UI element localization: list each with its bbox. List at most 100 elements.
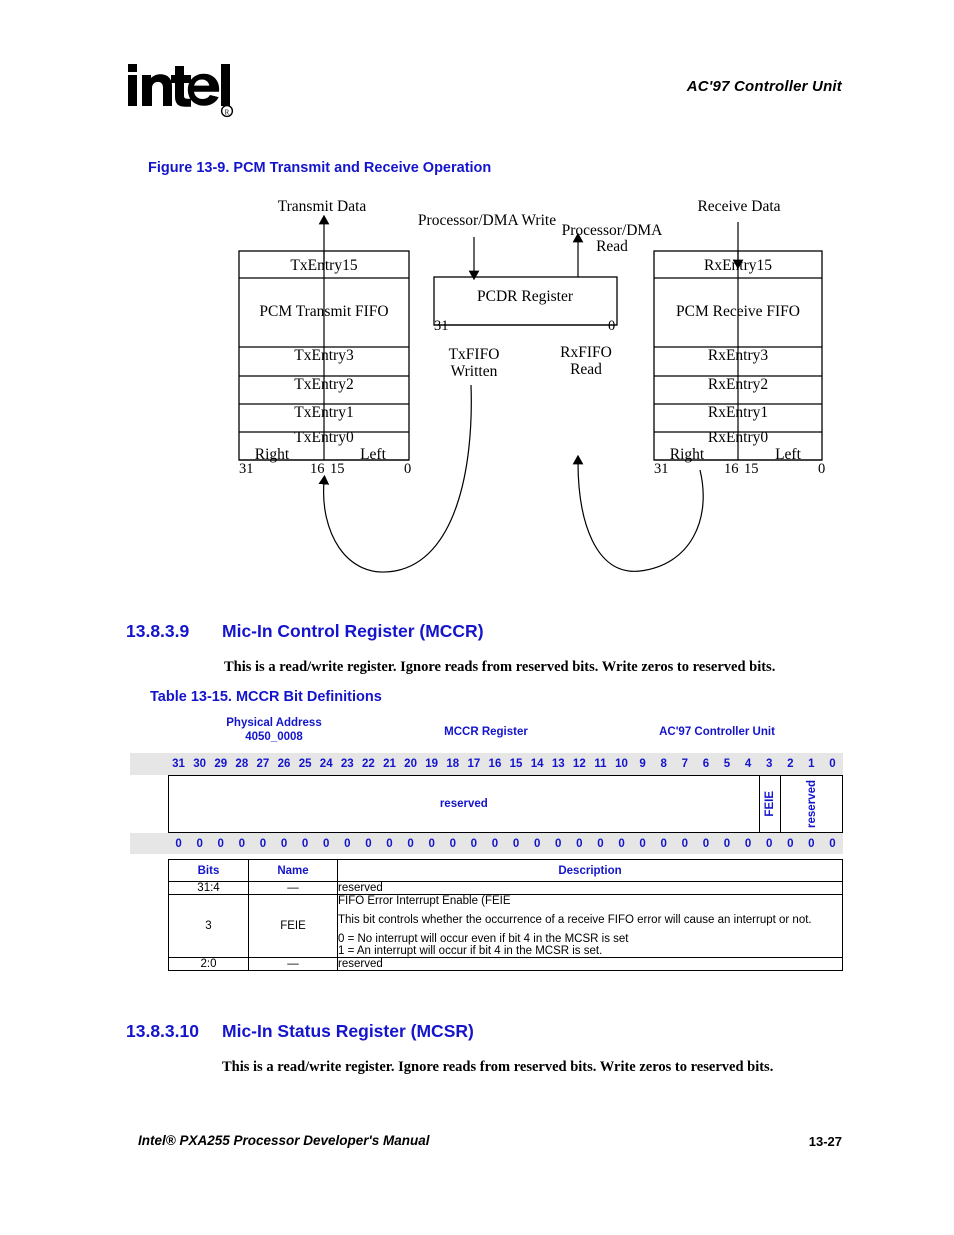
description-line: reserved: [338, 882, 383, 894]
rx-fifo-entry2: RxEntry2: [707, 376, 769, 393]
rx-fifo-entry3: RxEntry3: [707, 347, 769, 364]
cell-name: —: [248, 881, 338, 895]
bit-number-31: 31: [172, 758, 185, 770]
figure-label-txfifo-written-line2: Written: [450, 363, 498, 380]
rx-fifo-left-label: Left: [775, 446, 801, 463]
reset-value-3: 0: [765, 837, 773, 850]
reset-value-23: 0: [344, 837, 351, 850]
document-page: R AC'97 Controller Unit Figure 13-9. PCM…: [0, 0, 954, 1235]
field-label-feie: FEIE: [763, 791, 776, 817]
description-line: FIFO Error Interrupt Enable (FEIE: [338, 895, 511, 907]
bit-number-12: 12: [572, 758, 586, 770]
rx-fifo-entry15: RxEntry15: [703, 257, 773, 274]
tx-fifo-entry15: TxEntry15: [290, 257, 358, 274]
table-row: 2:0— reserved: [168, 957, 843, 971]
bit-number-21: 21: [383, 758, 396, 770]
tx-fifo-entry1: TxEntry1: [294, 404, 354, 421]
tx-fifo-bit-15: 15: [330, 461, 345, 477]
physical-address-value: 4050_0008: [245, 731, 303, 744]
figure-label-rxfifo-read: RxFIFO: [560, 344, 612, 361]
table-row: 31:4— reserved: [168, 881, 843, 895]
cell-description: reserved: [337, 957, 843, 971]
reset-value-14: 0: [533, 837, 541, 850]
reset-value-7: 0: [681, 837, 688, 850]
description-line: 0 = No interrupt will occur even if bit …: [338, 933, 629, 945]
bit-number-29: 29: [214, 758, 228, 770]
figure-caption: Figure 13-9. PCM Transmit and Receive Op…: [148, 160, 492, 176]
tx-fifo-entry3: TxEntry3: [294, 347, 354, 364]
rx-fifo-right-label: Right: [669, 446, 705, 463]
bit-number-17: 17: [467, 758, 481, 770]
reset-value-6: 0: [702, 837, 710, 850]
rx-fifo-entry1: RxEntry1: [707, 404, 769, 421]
bit-number-24: 24: [319, 758, 333, 770]
tx-fifo-entry2: TxEntry2: [294, 376, 354, 393]
bit-number-16: 16: [488, 758, 502, 770]
reset-value-11: 0: [597, 837, 604, 850]
reset-value-8: 0: [660, 837, 667, 850]
reset-value-24: 0: [323, 837, 330, 850]
rx-fifo-bit-31: 31: [654, 461, 669, 477]
section-mcsr-number: 13.8.3.10: [126, 1021, 199, 1041]
bit-number-19: 19: [425, 758, 439, 770]
tx-fifo-entry0: TxEntry0: [294, 429, 354, 446]
bit-number-27: 27: [256, 758, 270, 770]
bit-number-1: 1: [808, 758, 815, 770]
description-line: reserved: [338, 958, 383, 970]
physical-address-header: Physical Address 4050_0008: [184, 716, 364, 745]
figure-label-receive-data: Receive Data: [697, 198, 781, 215]
bit-number-13: 13: [551, 758, 565, 770]
section-mcsr-title: Mic-In Status Register (MCSR): [222, 1021, 474, 1041]
section-mccr-title: Mic-In Control Register (MCCR): [222, 621, 484, 641]
rx-fifo-bit-16: 16: [724, 461, 739, 477]
figure-label-txfifo-written: TxFIFO: [448, 346, 500, 363]
reset-value-2: 0: [787, 837, 794, 850]
reset-value-9: 0: [639, 837, 646, 850]
register-name-header: MCCR Register: [444, 726, 528, 738]
cell-description: FIFO Error Interrupt Enable (FEIE This bi…: [337, 894, 843, 958]
bit-number-25: 25: [298, 758, 312, 770]
svg-text:R: R: [225, 109, 230, 117]
intel-logo: R: [126, 62, 236, 120]
register-field-row: reserved FEIE reserved: [168, 775, 843, 833]
section-mccr-number: 13.8.3.9: [126, 621, 190, 641]
table-row: 3 FEIE FIFO Error Interrupt Enable (FEIE Th…: [168, 894, 843, 958]
physical-address-label: Physical Address: [226, 717, 322, 729]
footer-title: Intel® PXA255 Processor Developer's Manu…: [138, 1133, 430, 1148]
register-field-1: FEIE: [760, 776, 781, 832]
bit-number-4: 4: [744, 758, 752, 770]
column-header-description: Description: [337, 859, 843, 882]
reset-value-26: 0: [280, 837, 288, 850]
reset-value-21: 0: [386, 837, 393, 850]
cell-description: reserved: [337, 881, 843, 895]
reset-value-29: 0: [217, 837, 224, 850]
bit-number-8: 8: [660, 758, 667, 770]
bit-number-5: 5: [723, 758, 731, 770]
rx-fifo-name: PCM Receive FIFO: [676, 303, 800, 320]
bit-number-28: 28: [235, 758, 249, 770]
cell-bits: 31:4: [168, 881, 249, 895]
bit-number-9: 9: [639, 758, 646, 770]
register-field-2: reserved: [781, 776, 844, 832]
table-header-row: Bits Name Description: [168, 859, 843, 882]
reset-value-22: 0: [365, 837, 372, 850]
reset-value-20: 0: [407, 837, 414, 850]
figure-label-processor-dma-read: Processor/DMA: [561, 222, 663, 239]
bit-number-row: 31 30 29 28 27 26 25 24 23 22 21 20 19 18 17 16 15 14 13 12…: [130, 753, 843, 775]
figure-label-rxfifo-read-line2: Read: [570, 361, 602, 378]
reset-value-4: 0: [744, 837, 752, 850]
reset-value-25: 0: [301, 837, 309, 850]
reset-value-13: 0: [555, 837, 562, 850]
reset-value-0: 0: [829, 837, 836, 850]
bit-number-2: 2: [787, 758, 794, 770]
cell-name: FEIE: [248, 894, 338, 958]
reset-value-10: 0: [618, 837, 625, 850]
reset-value-5: 0: [723, 837, 731, 850]
bit-number-3: 3: [765, 758, 773, 770]
bit-number-26: 26: [277, 758, 291, 770]
reset-value-30: 0: [196, 837, 203, 850]
bit-number-11: 11: [594, 758, 607, 770]
tx-fifo-left-label: Left: [360, 446, 386, 463]
bit-number-0: 0: [829, 758, 836, 770]
bit-number-30: 30: [193, 758, 207, 770]
